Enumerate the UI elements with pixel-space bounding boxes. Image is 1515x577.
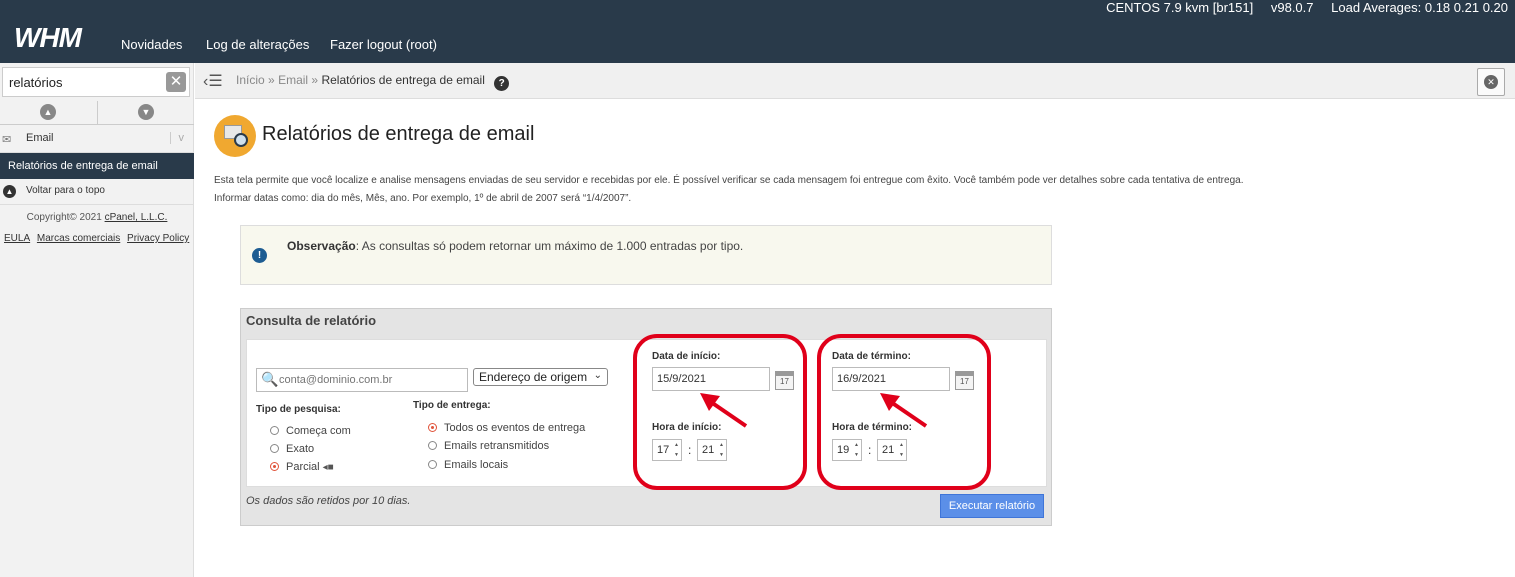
sidebar-section-email[interactable]: ✉ Email v [0, 126, 194, 153]
close-icon: ✕ [1484, 75, 1498, 89]
trademarks-link[interactable]: Marcas comerciais [37, 233, 120, 244]
run-report-button[interactable]: Executar relatório [940, 494, 1044, 518]
collapse-controls: ▲ ▼ [0, 101, 194, 125]
email-report-icon [214, 115, 256, 157]
load-averages: Load Averages: 0.18 0.21 0.20 [1331, 0, 1508, 15]
cpanel-link[interactable]: cPanel, L.L.C. [105, 212, 168, 223]
chevron-down-icon: ▼ [138, 104, 154, 120]
top-bar: WHM Novidades Log de alterações Fazer lo… [0, 0, 1515, 63]
close-panel-button[interactable]: ✕ [1477, 68, 1505, 96]
sidebar-item-delivery-reports[interactable]: Relatórios de entrega de email [0, 153, 194, 179]
page-title: Relatórios de entrega de email [262, 123, 535, 145]
breadcrumb-email[interactable]: Email [278, 73, 308, 87]
copyright: Copyright© 2021 cPanel, L.L.C. [26, 212, 168, 223]
breadcrumb-home[interactable]: Início [236, 73, 265, 87]
collapse-all-button[interactable]: ▲ [0, 101, 97, 124]
breadcrumb-bar: ‹☰ Início » Email » Relatórios de entreg… [195, 63, 1515, 99]
sidebar: ✕ ▲ ▼ ✉ Email v Relatórios de entrega de… [0, 63, 194, 577]
address-type-select[interactable]: Endereço de origem ⌄ [473, 368, 608, 386]
sidebar-search: ✕ [2, 67, 190, 97]
radio-relayed[interactable]: Emails retransmitidos [428, 440, 549, 452]
email-search-field: 🔍 [256, 368, 468, 392]
whm-logo[interactable]: WHM [14, 22, 82, 54]
footer-links: EULA Marcas comerciais Privacy Policy [4, 233, 193, 244]
help-icon[interactable]: ? [494, 76, 510, 91]
nav-changelog[interactable]: Log de alterações [206, 37, 309, 52]
breadcrumb: Início » Email » Relatórios de entrega d… [236, 73, 510, 91]
eula-link[interactable]: EULA [4, 233, 30, 244]
search-type-label: Tipo de pesquisa: [256, 404, 341, 415]
radio-partial[interactable]: Parcial ◂■ [270, 461, 334, 473]
nav-logout[interactable]: Fazer logout (root) [330, 37, 437, 52]
breadcrumb-current: Relatórios de entrega de email [321, 73, 485, 87]
radio-starts-with[interactable]: Começa com [270, 425, 351, 437]
clear-icon[interactable]: ✕ [166, 72, 186, 92]
radio-all-events[interactable]: Todos os eventos de entrega [428, 422, 585, 434]
chevron-up-icon: ▲ [40, 104, 56, 120]
info-icon: ! [252, 248, 267, 263]
search-icon: 🔍 [261, 371, 279, 387]
chevron-down-icon[interactable]: v [169, 132, 184, 144]
page-intro: Esta tela permite que você localize e an… [214, 175, 1244, 204]
email-search-input[interactable] [279, 370, 465, 390]
email-icon: ✉ [2, 134, 12, 146]
expand-all-button[interactable]: ▼ [98, 101, 195, 124]
sidebar-search-input[interactable] [3, 68, 163, 96]
radio-local[interactable]: Emails locais [428, 459, 508, 471]
arrow-up-icon: ▲ [3, 185, 16, 198]
note-box: ! Observação: As consultas só podem reto… [240, 225, 1052, 285]
note-text: Observação: As consultas só podem retorn… [287, 239, 744, 253]
os-info: CENTOS 7.9 kvm [br151] [1106, 0, 1254, 15]
sidebar-section-label: Email [26, 132, 54, 144]
back-to-top-link[interactable]: ▲ Voltar para o topo [0, 179, 194, 205]
query-title: Consulta de relatório [246, 313, 377, 328]
retention-note: Os dados são retidos por 10 dias. [246, 495, 411, 507]
version-info: v98.0.7 [1270, 0, 1314, 15]
end-arrow-icon [880, 393, 928, 428]
chevron-down-icon: ⌄ [593, 370, 602, 381]
delivery-type-label: Tipo de entrega: [413, 400, 491, 411]
privacy-link[interactable]: Privacy Policy [127, 233, 189, 244]
radio-exact[interactable]: Exato [270, 443, 314, 455]
system-info: CENTOS 7.9 kvm [br151] v98.0.7 Load Aver… [1092, 0, 1508, 15]
back-to-top-label: Voltar para o topo [26, 185, 105, 196]
nav-news[interactable]: Novidades [121, 37, 182, 52]
tag-icon: ◂■ [322, 462, 334, 473]
start-arrow-icon [700, 393, 748, 428]
menu-icon[interactable]: ‹☰ [203, 71, 223, 91]
